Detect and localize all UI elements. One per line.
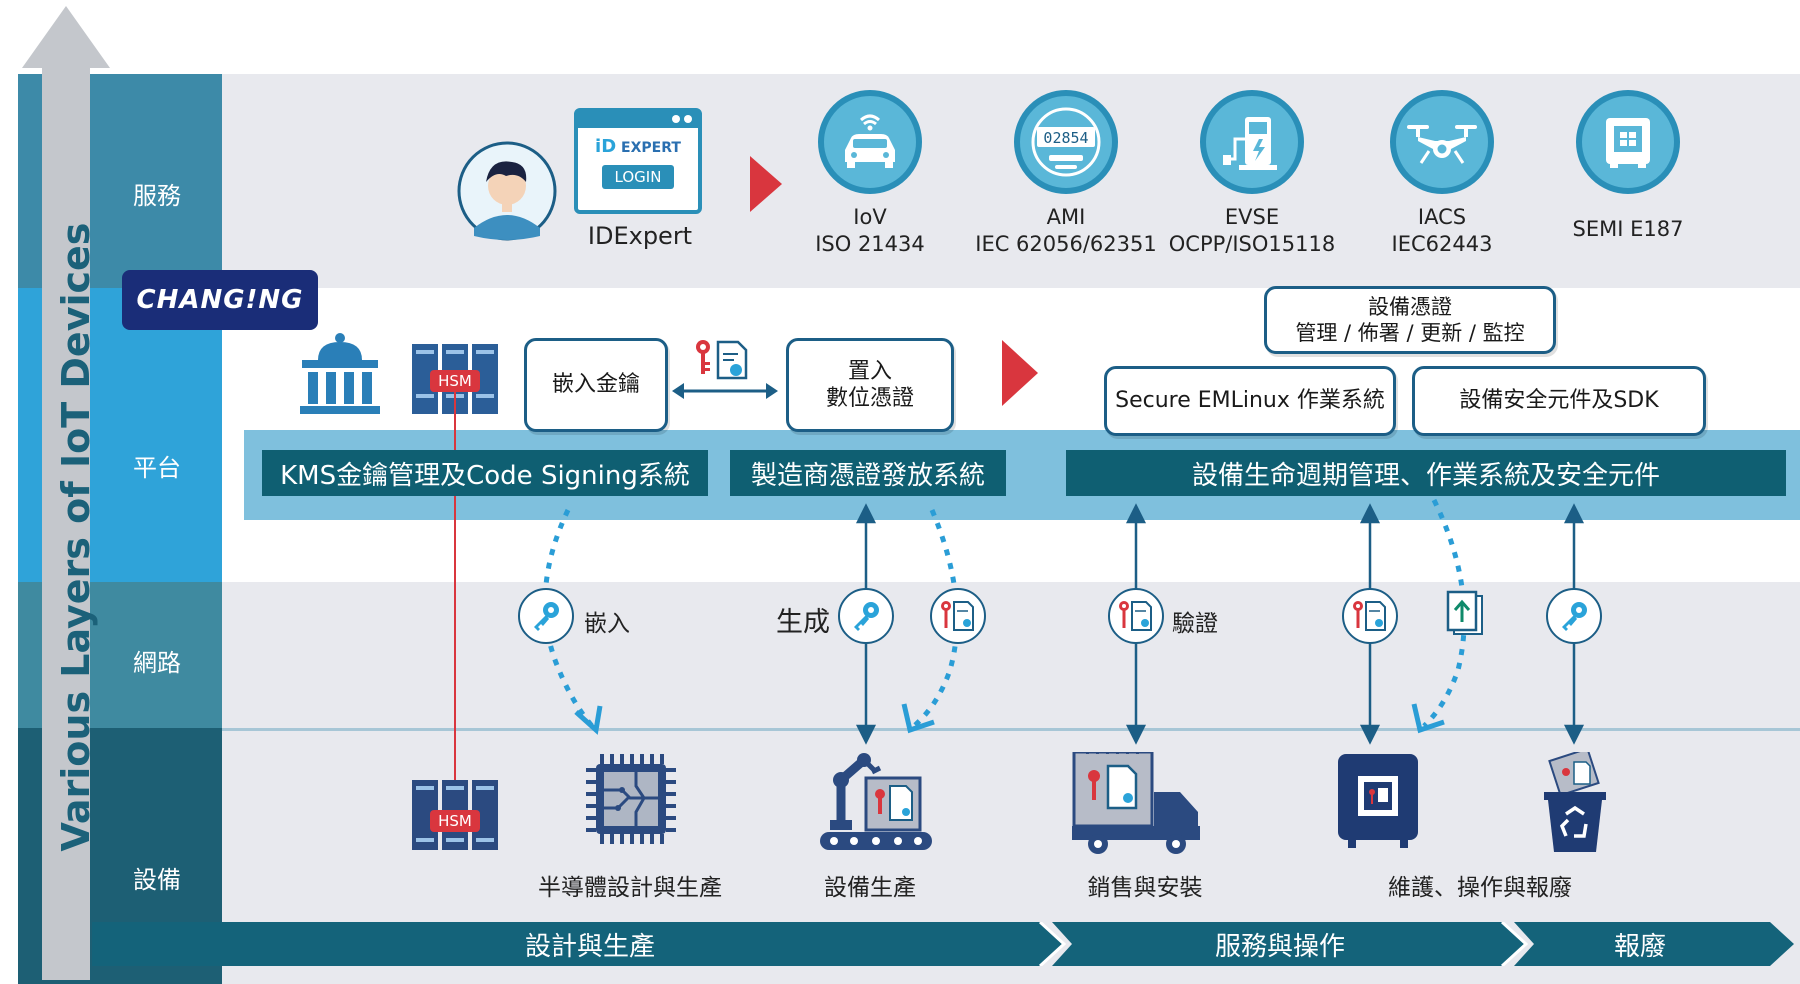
- verify-label: 驗證: [1172, 611, 1218, 637]
- secure-device-icon: [1338, 754, 1418, 848]
- phase-design-production: 設計與生產: [524, 931, 655, 962]
- key-cert-icon: [1119, 601, 1152, 631]
- hsm-badge: HSM: [430, 810, 480, 832]
- verify-cert-circle: [1108, 588, 1164, 644]
- stage-production: 設備生產: [824, 875, 916, 901]
- phase-disposal: 報廢: [1613, 931, 1666, 962]
- cert-circle-mfr: [930, 588, 986, 644]
- generate-key-circle: [838, 588, 894, 644]
- delivery-truck-icon: [1072, 752, 1200, 854]
- key-cert-icon: [1353, 601, 1386, 631]
- disposal-key-circle: [1546, 588, 1602, 644]
- phase-bar: [92, 922, 1794, 966]
- stage-maintenance: 維護、操作與報廢: [1388, 875, 1572, 901]
- key-cert-icon: [941, 601, 974, 631]
- maintenance-cert-circle: [1342, 588, 1398, 644]
- stage-sales-install: 銷售與安裝: [1087, 875, 1203, 901]
- hsm-server-device: HSM: [412, 780, 498, 850]
- embed-label: 嵌入: [584, 611, 630, 637]
- stage-semiconductor: 半導體設計與生產: [538, 875, 722, 901]
- phase-service-operation: 服務與操作: [1214, 931, 1345, 962]
- robot-arm-production-icon: [820, 753, 932, 850]
- firmware-update-icon: [1446, 590, 1483, 635]
- semiconductor-chip-icon: [586, 754, 676, 844]
- recycle-bin-icon: [1544, 752, 1606, 852]
- embed-key-circle: [518, 588, 574, 644]
- key-icon: [854, 602, 879, 631]
- key-icon: [1562, 602, 1587, 631]
- key-icon: [534, 602, 559, 631]
- generate-label: 生成: [776, 607, 830, 638]
